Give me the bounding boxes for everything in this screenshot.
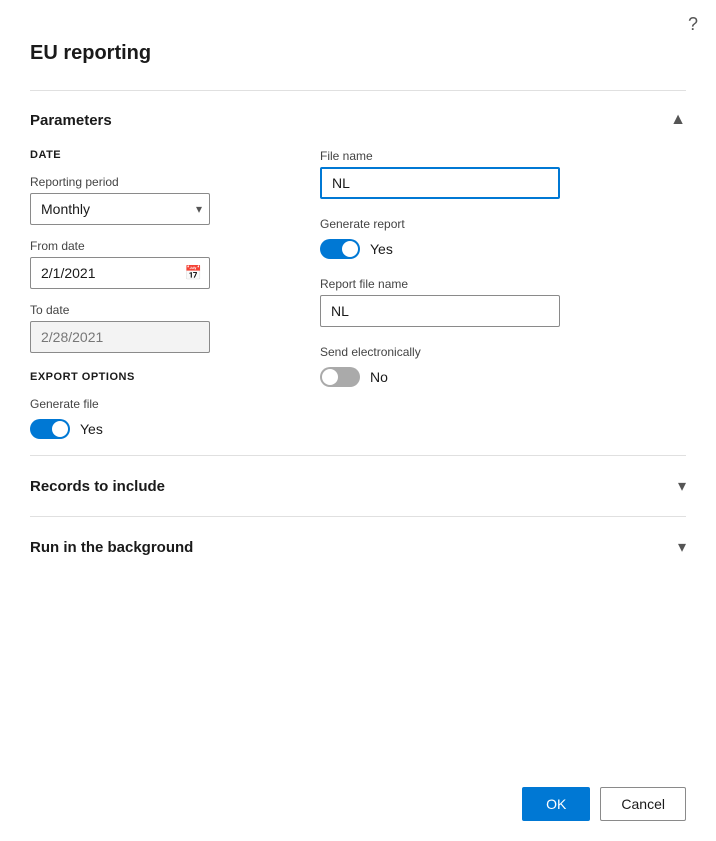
left-column: DATE Reporting period Monthly Quarterly … [30,149,260,439]
parameters-section-header[interactable]: Parameters ▲ [30,107,686,133]
background-section-header[interactable]: Run in the background ▾ [30,533,686,561]
generate-file-label: Generate file [30,397,260,411]
to-date-label: To date [30,303,260,317]
send-electronically-field: Send electronically No [320,345,686,387]
report-file-name-input[interactable] [320,295,560,327]
records-chevron-icon: ▾ [678,476,686,496]
reporting-period-select[interactable]: Monthly Quarterly Yearly [30,193,210,225]
export-options-label: EXPORT OPTIONS [30,371,260,383]
right-column: File name Generate report Yes Report fil… [320,149,686,439]
reporting-period-dropdown-wrapper: Monthly Quarterly Yearly ▾ [30,193,210,225]
send-electronically-toggle-row: No [320,367,686,387]
to-date-wrapper [30,321,210,353]
export-options-section: EXPORT OPTIONS Generate file Yes [30,371,260,439]
ok-button[interactable]: OK [522,787,590,821]
parameters-title: Parameters [30,112,112,129]
send-electronically-label: Send electronically [320,345,686,359]
reporting-period-label: Reporting period [30,175,260,189]
records-section: Records to include ▾ [30,455,686,516]
date-label: DATE [30,149,260,161]
from-date-input[interactable] [30,257,210,289]
file-name-field: File name [320,149,686,199]
report-file-name-field: Report file name [320,277,686,327]
background-title: Run in the background [30,539,193,556]
file-name-label: File name [320,149,686,163]
parameters-chevron-icon: ▲ [670,111,686,129]
generate-report-field: Generate report Yes [320,217,686,259]
parameters-content: DATE Reporting period Monthly Quarterly … [30,133,686,439]
cancel-button[interactable]: Cancel [600,787,686,821]
report-file-name-label: Report file name [320,277,686,291]
generate-report-toggle[interactable] [320,239,360,259]
from-date-field: From date 📅 [30,239,260,289]
footer-buttons: OK Cancel [522,787,686,821]
records-section-header[interactable]: Records to include ▾ [30,472,686,500]
from-date-wrapper: 📅 [30,257,210,289]
send-electronically-toggle[interactable] [320,367,360,387]
generate-file-toggle-row: Yes [30,419,260,439]
page-title: EU reporting [30,42,151,65]
background-section: Run in the background ▾ [30,516,686,577]
generate-report-label: Generate report [320,217,686,231]
records-title: Records to include [30,478,165,495]
from-date-label: From date [30,239,260,253]
help-icon[interactable]: ? [688,14,698,35]
file-name-input[interactable] [320,167,560,199]
generate-report-text: Yes [370,241,393,257]
generate-file-toggle[interactable] [30,419,70,439]
generate-report-toggle-row: Yes [320,239,686,259]
parameters-section: Parameters ▲ DATE Reporting period Month… [30,90,686,455]
send-electronically-text: No [370,369,388,385]
calendar-icon[interactable]: 📅 [185,265,202,282]
reporting-period-field: Reporting period Monthly Quarterly Yearl… [30,175,260,225]
to-date-input [30,321,210,353]
generate-file-text: Yes [80,421,103,437]
background-chevron-icon: ▾ [678,537,686,557]
to-date-field: To date [30,303,260,353]
